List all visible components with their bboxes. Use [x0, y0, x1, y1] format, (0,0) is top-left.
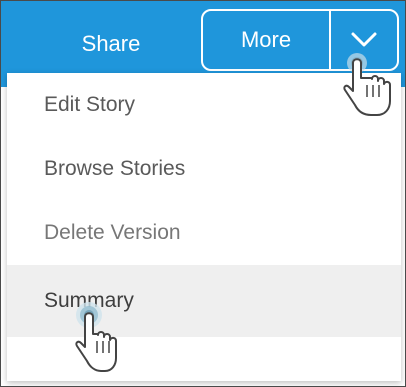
menu-item-browse-stories[interactable]: Browse Stories — [7, 137, 401, 201]
more-button[interactable]: More — [203, 11, 329, 69]
screenshot-frame: Share More Edit Story Browse Stories Del… — [0, 0, 406, 387]
menu-item-label: Edit Story — [44, 93, 136, 116]
chevron-down-icon — [351, 32, 377, 47]
hand-pointer-icon — [343, 53, 391, 116]
hand-pointer-icon — [75, 302, 117, 372]
share-button-label: Share — [81, 31, 141, 56]
menu-item-label: Browse Stories — [44, 157, 186, 180]
menu-item-label: Delete Version — [44, 221, 181, 244]
share-button[interactable]: Share — [51, 19, 171, 69]
menu-item-delete-version[interactable]: Delete Version — [7, 201, 401, 265]
menu-item-edit-story[interactable]: Edit Story — [7, 73, 401, 137]
more-button-label: More — [240, 27, 292, 52]
